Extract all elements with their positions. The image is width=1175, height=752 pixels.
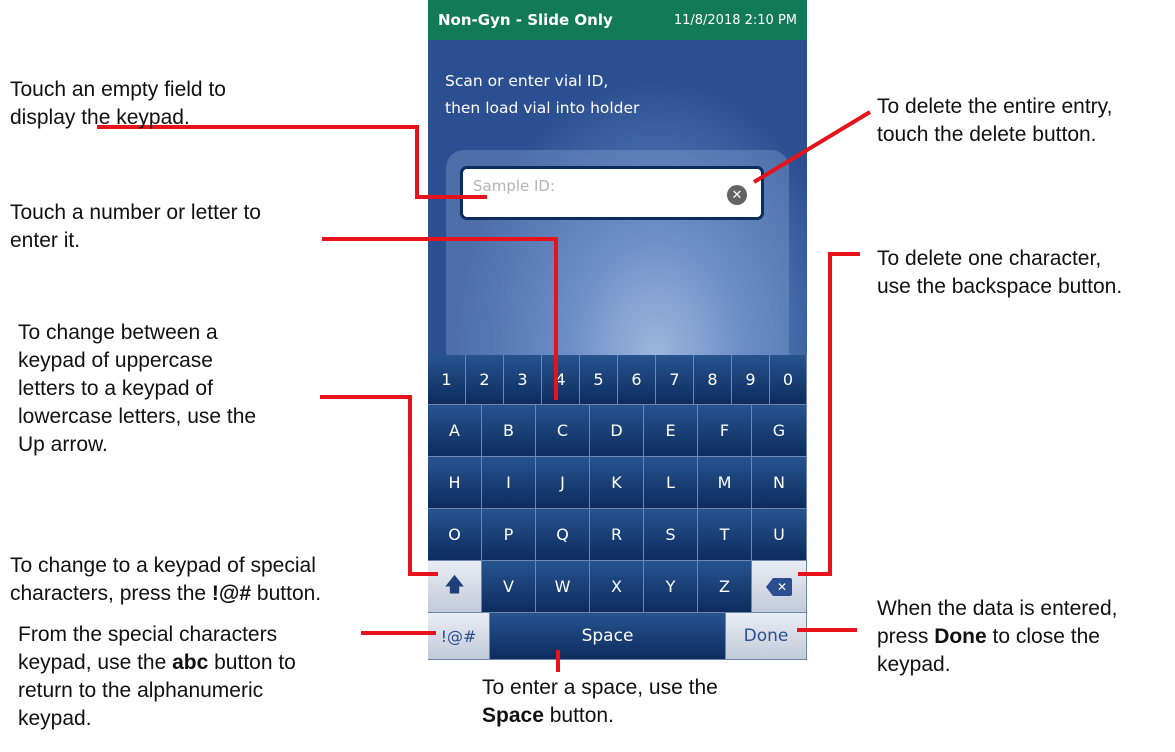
annotation-line: return to the alphanumeric	[18, 679, 264, 702]
annotation-line: lowercase letters, use the	[18, 405, 257, 428]
annotation-line: To change to a keypad of special	[10, 554, 316, 577]
annotation-abc: From the special characters keypad, use …	[18, 621, 296, 733]
annotation-line: To enter a space, use the	[482, 676, 718, 699]
annotation-number-letter: Touch a number or letter to enter it.	[10, 199, 261, 255]
callout-line-backspace	[798, 252, 860, 576]
callout-line-up-arrow	[320, 395, 438, 576]
annotation-case-change: To change between a keypad of uppercase …	[18, 319, 256, 459]
annotation-line: To change between a	[18, 321, 218, 344]
annotation-line: keypad.	[877, 653, 951, 676]
annotation-special-chars: To change to a keypad of special charact…	[10, 552, 321, 608]
annotation-line: keypad of uppercase	[18, 349, 213, 372]
callout-line-number-letter	[322, 237, 558, 400]
annotation-line: Touch a number or letter to	[10, 201, 261, 224]
annotation-line: Up arrow.	[18, 433, 108, 456]
annotation-space: To enter a space, use the Space button.	[482, 674, 718, 730]
annotation-delete-char: To delete one character, use the backspa…	[877, 245, 1122, 301]
annotation-done: When the data is entered, press Done to …	[877, 595, 1118, 679]
annotation-line: touch the delete button.	[877, 123, 1097, 146]
annotation-line: keypad.	[18, 707, 92, 730]
annotation-line: From the special characters	[18, 623, 278, 646]
annotation-line: press Done to close the	[877, 625, 1100, 648]
annotation-line: use the backspace button.	[877, 275, 1123, 298]
annotation-line: Space button.	[482, 704, 614, 727]
annotation-line: characters, press the !@# button.	[10, 582, 322, 605]
callout-line-delete-entry	[752, 110, 872, 184]
annotation-line: To delete the entire entry,	[877, 95, 1113, 118]
annotation-empty-field: Touch an empty field to display the keyp…	[10, 76, 226, 132]
annotation-line: enter it.	[10, 229, 81, 252]
annotation-line: To delete one character,	[877, 247, 1102, 270]
annotation-line: keypad, use the abc button to	[18, 651, 296, 674]
callout-line-empty-field	[97, 125, 487, 199]
annotation-line: letters to a keypad of	[18, 377, 213, 400]
annotation-delete-entry: To delete the entire entry, touch the de…	[877, 93, 1112, 149]
annotation-line: When the data is entered,	[877, 597, 1118, 620]
annotation-line: Touch an empty field to	[10, 78, 226, 101]
annotation-line: display the keypad.	[10, 106, 190, 129]
